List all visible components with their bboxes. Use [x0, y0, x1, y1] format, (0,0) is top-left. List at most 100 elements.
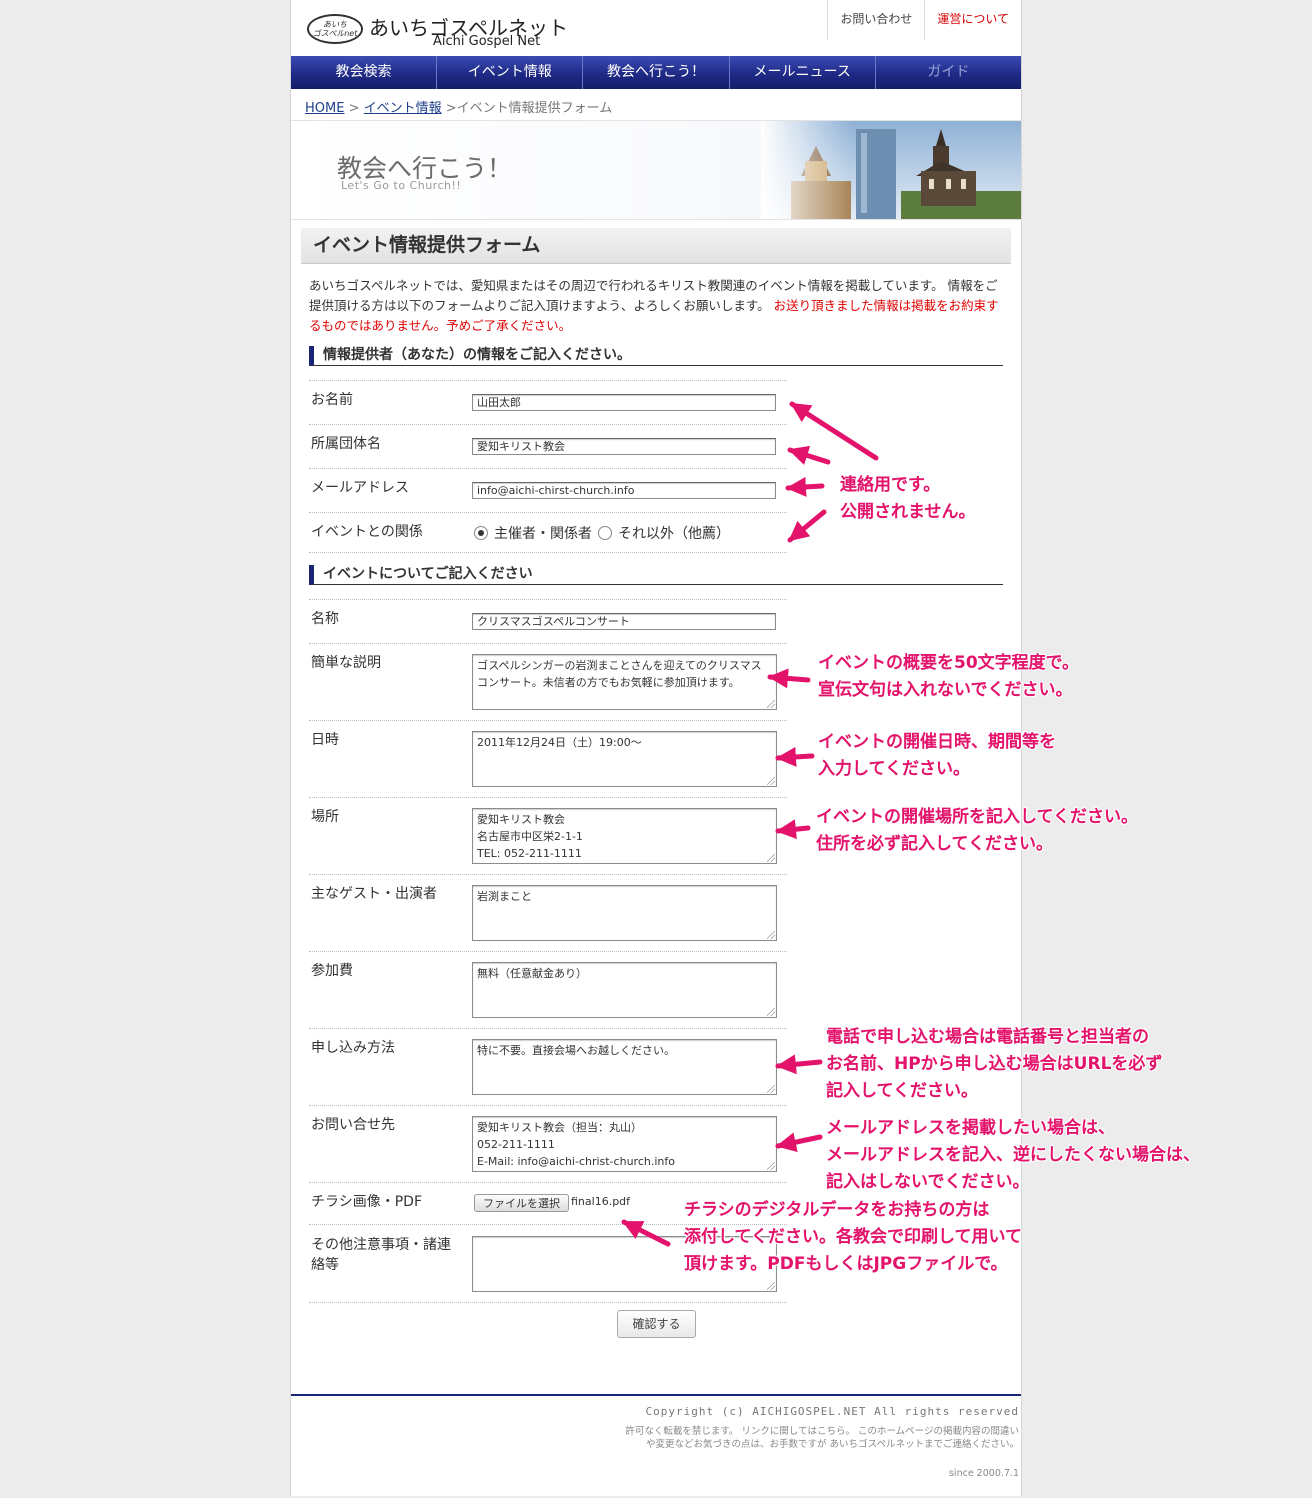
- breadcrumb: HOME > イベント情報 >イベント情報提供フォーム: [305, 97, 612, 116]
- banner-subtitle: Let's Go to Church!!: [341, 179, 462, 192]
- row-divider: [309, 874, 787, 875]
- relation-radio-group: 主催者・関係者 それ以外（他薦）: [474, 523, 730, 543]
- label-desc: 簡単な説明: [311, 655, 381, 671]
- annotation-line: 記入してください。: [826, 1081, 978, 1101]
- annotation-line: 記入はしないでください。: [826, 1172, 1030, 1192]
- about-link[interactable]: 運営について: [924, 0, 1021, 40]
- annotation-line: お名前、HPから申し込む場合はURLを必ず: [826, 1054, 1163, 1074]
- annotation-description: イベントの概要を50文字程度で。 宣伝文句は入れないでください。: [818, 650, 1079, 704]
- row-divider: [309, 1182, 787, 1183]
- annotation-line: メールアドレスを記入、逆にしたくない場合は、: [826, 1145, 1200, 1165]
- annotation-line: 添付してください。各教会で印刷して用いて: [684, 1227, 1022, 1247]
- event-name-input[interactable]: クリスマスゴスペルコンサート: [472, 613, 776, 630]
- annotation-line: メールアドレスを掲載したい場合は、: [826, 1118, 1115, 1138]
- annotation-line: 連絡用です。: [840, 475, 941, 495]
- annotation-line: チラシのデジタルデータをお持ちの方は: [684, 1200, 990, 1220]
- row-divider: [309, 1028, 787, 1029]
- breadcrumb-separator: >: [344, 101, 364, 116]
- annotation-line: 公開されません。: [840, 502, 976, 522]
- choose-file-button[interactable]: ファイルを選択: [474, 1194, 569, 1212]
- label-relation: イベントとの関係: [311, 524, 423, 540]
- contact-link[interactable]: お問い合わせ: [827, 0, 924, 40]
- banner: 教会へ行こう！ Let's Go to Church!!: [291, 120, 1021, 220]
- label-title: 名称: [311, 611, 339, 627]
- annotation-line: イベントの開催場所を記入してください。: [816, 807, 1138, 827]
- description-textarea[interactable]: ゴスペルシンガーの岩渕まことさんを迎えてのクリスマスコンサート。未信者の方でもお…: [472, 654, 777, 710]
- section-title-event: イベントについてご記入ください: [309, 565, 1003, 585]
- section-title-provider: 情報提供者（あなた）の情報をご記入ください。: [309, 346, 1003, 366]
- label-contact: お問い合せ先: [311, 1117, 395, 1133]
- top-links: お問い合わせ 運営について: [827, 0, 1021, 40]
- label-place: 場所: [311, 809, 339, 825]
- datetime-textarea[interactable]: 2011年12月24日（土）19:00〜: [472, 731, 777, 787]
- footer-notes: 許可なく転載を禁じます。 リンクに関してはこちら。 このホームページの掲載内容の…: [625, 1426, 1019, 1450]
- row-divider: [309, 424, 787, 425]
- since-date: since 2000.7.1: [948, 1468, 1019, 1479]
- row-divider: [309, 552, 787, 553]
- nav-events[interactable]: イベント情報: [437, 56, 584, 89]
- row-divider: [309, 643, 787, 644]
- annotation-line: イベントの開催日時、期間等を: [818, 732, 1056, 752]
- row-divider: [309, 599, 787, 600]
- annotation-line: 電話で申し込む場合は電話番号と担当者の: [826, 1027, 1149, 1047]
- row-divider: [309, 468, 787, 469]
- nav-go-to-church[interactable]: 教会へ行こう！: [583, 56, 730, 89]
- site-logo[interactable]: あいち ゴスペルnet あいちゴスペルネット Aichi Gospel Net: [307, 12, 577, 52]
- annotation-line: 住所を必ず記入してください。: [816, 834, 1053, 854]
- apply-textarea[interactable]: 特に不要。直接会場へお越しください。: [472, 1039, 777, 1095]
- nav-mail-news[interactable]: メールニュース: [730, 56, 876, 89]
- nav-guide[interactable]: ガイド: [876, 56, 1021, 89]
- copyright: Copyright (c) AICHIGOSPEL.NET All rights…: [645, 1405, 1019, 1418]
- logo-mark: あいち ゴスペルnet: [307, 14, 363, 44]
- org-input[interactable]: 愛知キリスト教会: [472, 438, 776, 455]
- radio-organizer[interactable]: [474, 526, 488, 540]
- radio-organizer-label: 主催者・関係者: [494, 526, 592, 542]
- radio-other-label: それ以外（他薦）: [618, 526, 730, 542]
- label-other: その他注意事項・諸連絡等: [311, 1237, 451, 1273]
- contact-textarea[interactable]: 愛知キリスト教会（担当：丸山） 052-211-1111 E-Mail: inf…: [472, 1116, 777, 1172]
- row-divider: [309, 1302, 787, 1303]
- page-title: イベント情報提供フォーム: [301, 228, 1011, 264]
- annotation-place: イベントの開催場所を記入してください。 住所を必ず記入してください。: [816, 804, 1138, 858]
- breadcrumb-current: >イベント情報提供フォーム: [441, 101, 613, 116]
- row-divider: [309, 720, 787, 721]
- row-divider: [309, 1105, 787, 1106]
- email-input[interactable]: info@aichi-chirst-church.info: [472, 482, 776, 499]
- label-email: メールアドレス: [311, 480, 409, 496]
- annotation-line: 宣伝文句は入れないでください。: [818, 680, 1073, 700]
- place-textarea[interactable]: 愛知キリスト教会 名古屋市中区栄2-1-1 TEL: 052-211-1111: [472, 808, 777, 864]
- label-datetime: 日時: [311, 732, 339, 748]
- logo-title-en: Aichi Gospel Net: [433, 34, 541, 49]
- church-photo: [761, 121, 1021, 219]
- guest-textarea[interactable]: 岩渕まこと: [472, 885, 777, 941]
- annotation-line: 入力してください。: [818, 759, 970, 779]
- confirm-button[interactable]: 確認する: [617, 1310, 696, 1338]
- row-divider: [309, 951, 787, 952]
- label-flyer: チラシ画像・PDF: [311, 1194, 422, 1210]
- row-divider: [309, 512, 787, 513]
- main-nav: 教会検索 イベント情報 教会へ行こう！ メールニュース ガイド: [291, 56, 1021, 89]
- annotation-apply: 電話で申し込む場合は電話番号と担当者の お名前、HPから申し込む場合はURLを必…: [826, 1024, 1162, 1105]
- fee-textarea[interactable]: 無料（任意献金あり）: [472, 962, 777, 1018]
- selected-file-name: final16.pdf: [571, 1195, 631, 1208]
- annotation-contact-use: 連絡用です。 公開されません。: [840, 472, 976, 526]
- breadcrumb-home[interactable]: HOME: [305, 101, 344, 116]
- breadcrumb-events[interactable]: イベント情報: [364, 101, 442, 116]
- row-divider: [309, 797, 787, 798]
- annotation-contact: メールアドレスを掲載したい場合は、 メールアドレスを記入、逆にしたくない場合は、…: [826, 1115, 1200, 1196]
- nav-church-search[interactable]: 教会検索: [291, 56, 438, 89]
- row-divider: [309, 380, 787, 381]
- label-apply: 申し込み方法: [311, 1040, 395, 1056]
- name-input[interactable]: 山田太郎: [472, 394, 776, 411]
- radio-other[interactable]: [598, 526, 612, 540]
- label-guest: 主なゲスト・出演者: [311, 886, 437, 902]
- footer-divider: [291, 1394, 1021, 1396]
- label-name: お名前: [311, 392, 353, 408]
- annotation-flyer: チラシのデジタルデータをお持ちの方は 添付してください。各教会で印刷して用いて …: [684, 1197, 1022, 1278]
- annotation-datetime: イベントの開催日時、期間等を 入力してください。: [818, 729, 1056, 783]
- intro-text: あいちゴスペルネットでは、愛知県またはその周辺で行われるキリスト教関連のイベント…: [309, 276, 1004, 336]
- label-org: 所属団体名: [311, 436, 381, 452]
- annotation-line: イベントの概要を50文字程度で。: [818, 653, 1079, 673]
- annotation-line: 頂けます。PDFもしくはJPGファイルで。: [684, 1254, 1008, 1274]
- label-fee: 参加費: [311, 963, 353, 979]
